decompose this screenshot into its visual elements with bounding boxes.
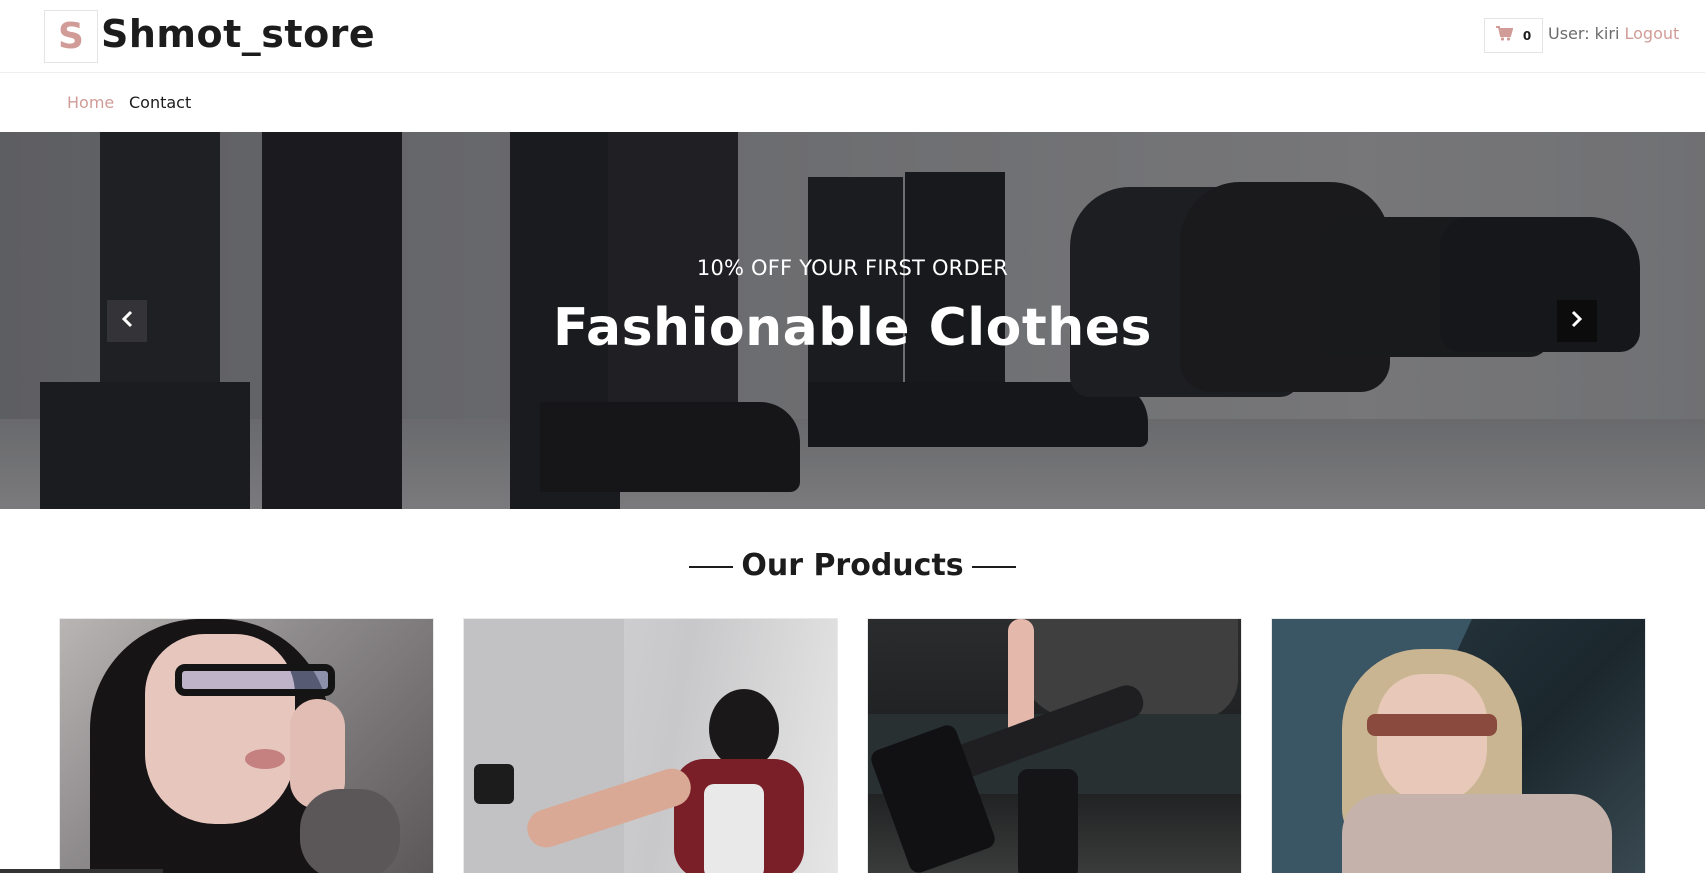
title-divider-left	[689, 565, 734, 568]
product-image-2	[464, 619, 837, 873]
heel-shape	[474, 764, 514, 804]
hero-carousel: 10% OFF YOUR FIRST ORDER Fashionable Clo…	[0, 132, 1705, 509]
hair-shape	[709, 689, 779, 769]
product-image-4	[1272, 619, 1645, 873]
product-card-2[interactable]	[463, 618, 838, 873]
brand-name[interactable]: Shmot_store	[101, 12, 375, 56]
chevron-left-icon	[120, 310, 134, 332]
nav-contact[interactable]: Contact	[129, 93, 191, 112]
product-card-1[interactable]	[59, 618, 434, 873]
product-image-3	[868, 619, 1241, 873]
user-label: User: kiri	[1548, 24, 1620, 43]
glasses-shape	[175, 664, 335, 696]
carousel-prev-button[interactable]	[107, 300, 147, 342]
logo-letter: S	[58, 16, 84, 57]
product-card-3[interactable]	[867, 618, 1242, 873]
title-divider-right	[971, 565, 1016, 568]
user-area: User: kiri Logout	[1548, 24, 1679, 43]
face-shape	[145, 634, 295, 824]
chevron-right-icon	[1570, 310, 1584, 332]
nav-home[interactable]: Home	[67, 93, 114, 112]
sleeve-shape	[300, 789, 400, 873]
products-section-title: Our Products	[0, 548, 1705, 583]
hero-subtitle: 10% OFF YOUR FIRST ORDER	[696, 256, 1009, 280]
main-nav: Home Contact	[0, 74, 1705, 132]
dress-shape	[704, 784, 764, 873]
logout-link[interactable]: Logout	[1625, 24, 1680, 43]
cart-count: 0	[1522, 28, 1532, 43]
product-image-1	[60, 619, 433, 873]
jacket-shape	[1342, 794, 1612, 873]
shopping-cart-icon	[1495, 26, 1514, 45]
hero-title: Fashionable Clothes	[553, 298, 1152, 358]
cart-button[interactable]: 0	[1484, 18, 1543, 53]
bottom-scroll-indicator	[0, 869, 163, 873]
carousel-next-button[interactable]	[1557, 300, 1597, 342]
lips-shape	[245, 749, 285, 769]
sunglasses-shape	[1367, 714, 1497, 736]
boot-shape	[1018, 769, 1078, 873]
logo-badge[interactable]: S	[44, 10, 98, 63]
product-card-4[interactable]	[1271, 618, 1646, 873]
products-title-text: Our Products	[741, 548, 964, 583]
site-header: S Shmot_store 0 User: kiri Logout	[0, 0, 1705, 73]
face-shape	[1377, 674, 1487, 804]
